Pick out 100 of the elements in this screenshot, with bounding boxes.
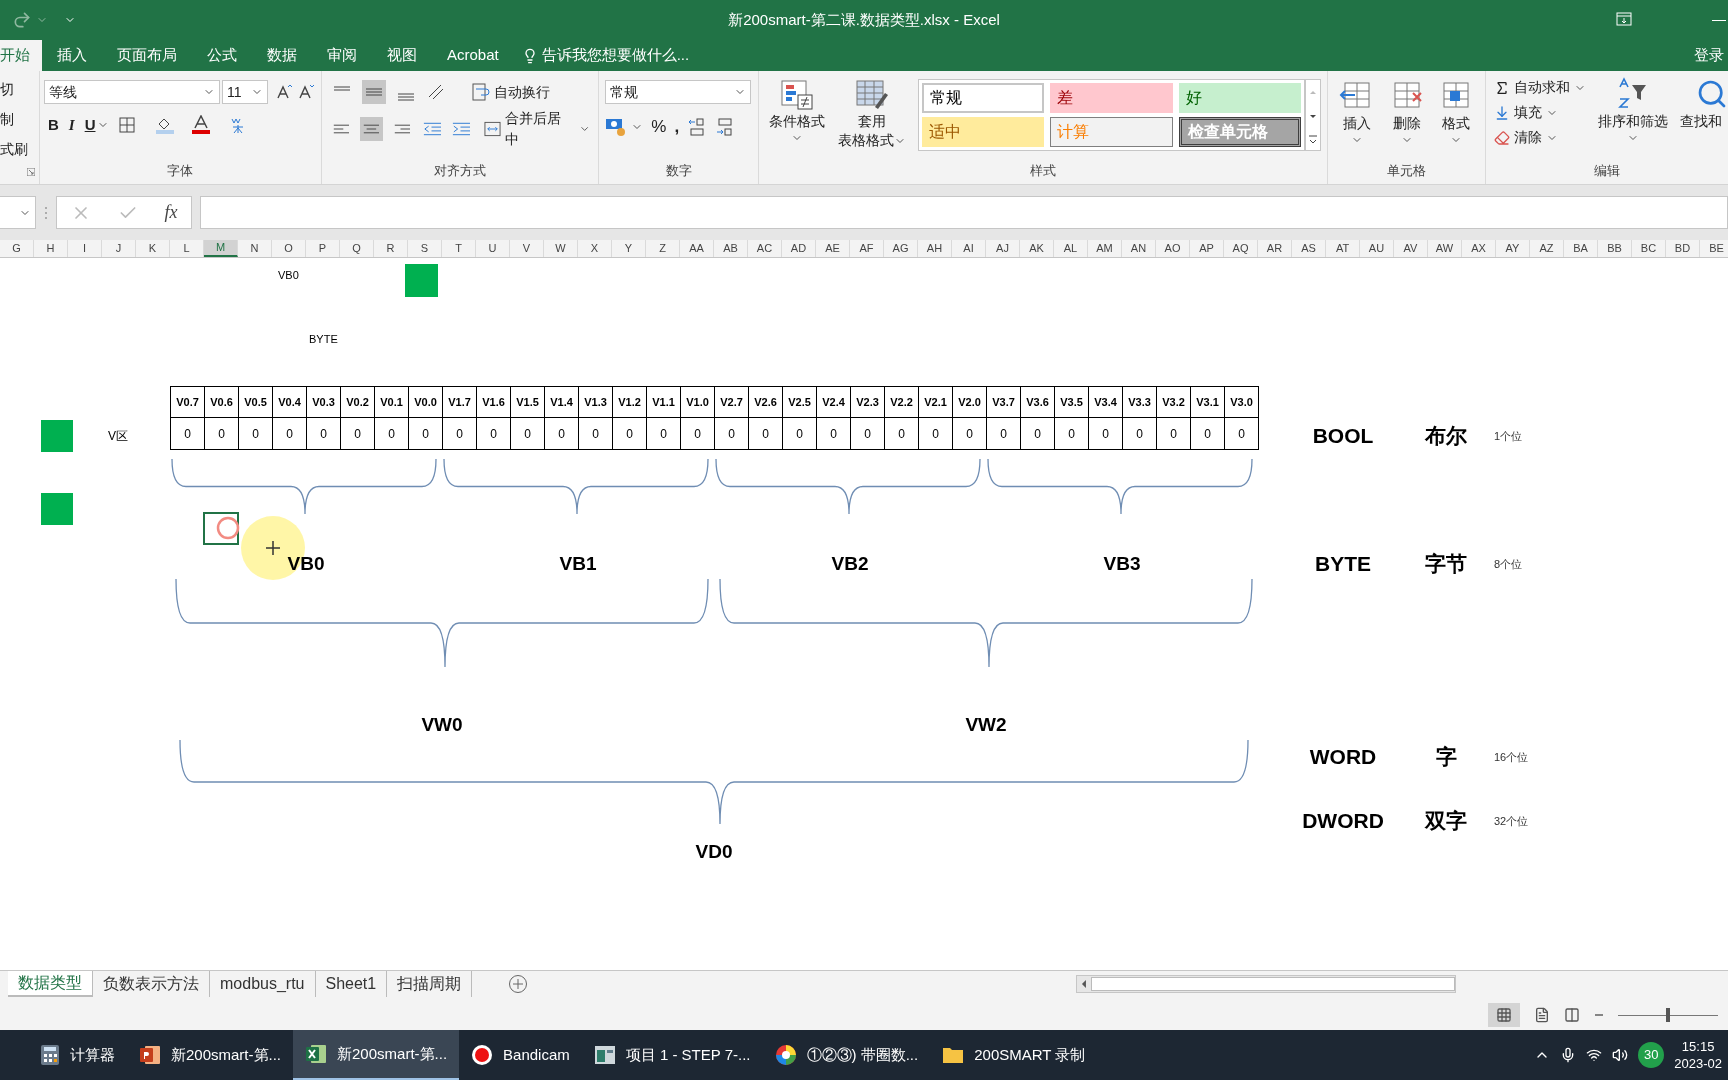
scrollbar-thumb[interactable] <box>1090 977 1455 991</box>
grow-font-icon[interactable] <box>275 84 292 100</box>
clear-button[interactable]: 清除 <box>1494 127 1586 148</box>
percent-button[interactable]: % <box>651 114 667 140</box>
column-header[interactable]: AT <box>1326 240 1360 257</box>
taskbar-item[interactable]: 项目 1 - STEP 7-... <box>581 1030 763 1080</box>
sign-in-link[interactable]: 登录 <box>1694 40 1724 71</box>
insert-cells-button[interactable]: 插入 <box>1338 79 1375 146</box>
column-header[interactable]: M <box>204 240 238 257</box>
column-header[interactable]: AH <box>918 240 952 257</box>
column-header[interactable]: V <box>510 240 544 257</box>
column-header[interactable]: AC <box>748 240 782 257</box>
column-header[interactable]: BE <box>1700 240 1728 257</box>
format-as-table-button[interactable]: 套用 表格格式 <box>836 79 908 184</box>
font-size-dropdown[interactable]: 11 <box>221 80 268 104</box>
fill-button[interactable]: 填充 <box>1494 102 1586 123</box>
currency-icon[interactable] <box>605 116 628 137</box>
dialog-launcher-icon[interactable] <box>26 168 35 176</box>
cell-style-swatch[interactable]: 差 <box>1050 83 1173 113</box>
column-header[interactable]: Q <box>340 240 374 257</box>
column-header[interactable]: AV <box>1394 240 1428 257</box>
page-break-icon[interactable] <box>1564 1007 1580 1023</box>
column-header[interactable]: AY <box>1496 240 1530 257</box>
font-color-icon[interactable] <box>191 115 212 136</box>
wrap-text-button[interactable]: 自动换行 <box>471 81 550 103</box>
column-header[interactable]: BB <box>1598 240 1632 257</box>
column-header[interactable]: AG <box>884 240 918 257</box>
column-header[interactable]: AK <box>1020 240 1054 257</box>
column-header[interactable]: AB <box>714 240 748 257</box>
column-header[interactable]: BA <box>1564 240 1598 257</box>
column-header[interactable]: G <box>0 240 34 257</box>
column-header[interactable]: AD <box>782 240 816 257</box>
cell-style-swatch[interactable]: 适中 <box>921 117 1045 147</box>
column-header[interactable]: K <box>136 240 170 257</box>
find-select-button[interactable]: 查找和 <box>1680 77 1728 132</box>
column-header[interactable]: X <box>578 240 612 257</box>
column-header[interactable]: AN <box>1122 240 1156 257</box>
normal-view-icon[interactable] <box>1496 1007 1512 1023</box>
ribbon-tab[interactable]: Acrobat <box>432 40 514 71</box>
column-header[interactable]: J <box>102 240 136 257</box>
sheet-tab[interactable]: modbus_rtu <box>210 971 316 997</box>
column-header[interactable]: H <box>34 240 68 257</box>
underline-button[interactable]: U <box>84 114 96 137</box>
ribbon-tab[interactable]: 审阅 <box>312 40 372 71</box>
cell-style-swatch[interactable]: 好 <box>1178 83 1302 113</box>
sheet-tab[interactable]: 扫描周期 <box>387 971 473 997</box>
column-header[interactable]: W <box>544 240 578 257</box>
sheet-tab[interactable]: 负数表示方法 <box>93 971 210 997</box>
column-header[interactable]: Z <box>646 240 680 257</box>
clipboard-button[interactable]: 切 <box>0 79 39 100</box>
column-header[interactable]: AA <box>680 240 714 257</box>
taskbar-item[interactable]: 新200smart-第... <box>127 1030 294 1080</box>
column-header[interactable]: U <box>476 240 510 257</box>
formula-input[interactable] <box>200 196 1728 229</box>
column-header[interactable]: BC <box>1632 240 1666 257</box>
merge-center-button[interactable]: 合并后居中 <box>483 108 591 150</box>
ribbon-tab[interactable]: 视图 <box>372 40 432 71</box>
insert-function-button[interactable]: fx <box>164 199 178 226</box>
page-layout-icon[interactable] <box>1534 1007 1550 1023</box>
comma-button[interactable]: , <box>674 114 680 140</box>
ribbon-tab[interactable]: 页面布局 <box>102 40 192 71</box>
conditional-format-button[interactable]: 条件格式 <box>765 79 829 184</box>
number-format-dropdown[interactable]: 常规 <box>605 80 752 104</box>
column-header[interactable]: AU <box>1360 240 1394 257</box>
ribbon-tab[interactable]: 插入 <box>42 40 102 71</box>
column-header[interactable]: P <box>306 240 340 257</box>
add-sheet-icon[interactable] <box>508 974 529 994</box>
column-header[interactable]: AW <box>1428 240 1462 257</box>
cell-style-swatch[interactable]: 常规 <box>921 83 1045 113</box>
horizontal-scrollbar[interactable] <box>1076 975 1456 993</box>
borders-icon[interactable] <box>119 117 136 134</box>
taskbar-item[interactable]: Bandicam <box>459 1030 582 1080</box>
ribbon-tab[interactable]: 数据 <box>252 40 312 71</box>
taskbar-item[interactable]: 计算器 <box>28 1030 127 1080</box>
align-icon[interactable] <box>361 80 386 104</box>
tell-me-search[interactable]: 告诉我您想要做什么... <box>521 40 690 71</box>
ribbon-tab[interactable]: 公式 <box>192 40 252 71</box>
fill-color-icon[interactable] <box>155 116 176 135</box>
column-header[interactable]: T <box>442 240 476 257</box>
redo-icon[interactable] <box>12 10 32 30</box>
bold-button[interactable]: B <box>47 114 59 137</box>
column-header[interactable]: AE <box>816 240 850 257</box>
ribbon-tab[interactable]: 开始 <box>0 40 42 71</box>
column-header[interactable]: AM <box>1088 240 1122 257</box>
ribbon-display-icon[interactable] <box>1616 12 1632 26</box>
column-header[interactable]: AJ <box>986 240 1020 257</box>
font-name-dropdown[interactable]: 等线 <box>43 80 220 104</box>
taskbar-item[interactable]: 新200smart-第... <box>293 1030 460 1080</box>
column-header[interactable]: AS <box>1292 240 1326 257</box>
column-header[interactable]: AI <box>952 240 986 257</box>
sort-filter-button[interactable]: 排序和筛选 <box>1598 77 1668 144</box>
column-header[interactable]: BD <box>1666 240 1700 257</box>
column-header[interactable]: I <box>68 240 102 257</box>
italic-button[interactable]: I <box>68 114 75 137</box>
column-header[interactable]: AP <box>1190 240 1224 257</box>
align-icon[interactable] <box>360 117 384 141</box>
autosum-button[interactable]: 自动求和 <box>1494 77 1586 98</box>
format-cells-button[interactable]: 格式 <box>1438 79 1475 146</box>
wifi-icon[interactable] <box>1586 1047 1603 1063</box>
column-header[interactable]: R <box>374 240 408 257</box>
